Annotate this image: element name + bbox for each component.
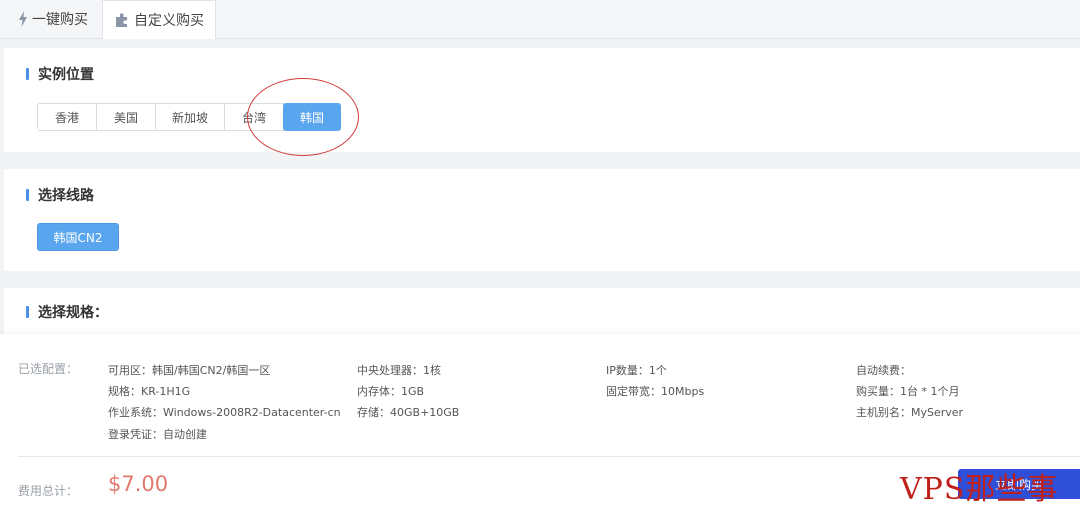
location-panel: 实例位置 香港 美国 新加坡 台湾 韩国 — [4, 48, 1080, 152]
location-option-korea[interactable]: 韩国 — [283, 103, 341, 131]
location-section-title: 实例位置 — [26, 64, 94, 84]
config-os: 作业系统：Windows-2008R2-Datacenter-cn — [108, 406, 341, 419]
section-title-text: 实例位置 — [38, 67, 94, 83]
location-option-hongkong[interactable]: 香港 — [37, 103, 97, 131]
config-ip-count: IP数量：1个 — [606, 364, 667, 377]
location-option-singapore[interactable]: 新加坡 — [155, 103, 225, 131]
config-spec: 规格：KR-1H1G — [108, 385, 191, 398]
spec-section-title: 选择规格： — [26, 302, 108, 322]
tab-custom-buy[interactable]: 自定义购买 — [102, 0, 216, 39]
selected-config-label: 已选配置： — [18, 362, 79, 376]
config-cpu: 中央处理器：1核 — [357, 364, 441, 377]
location-selector: 香港 美国 新加坡 台湾 韩国 — [37, 103, 341, 131]
total-fee-value: $7.00 — [108, 472, 169, 496]
tab-one-click-buy[interactable]: 一键购买 — [18, 0, 88, 38]
config-memory: 内存体：1GB — [357, 385, 425, 398]
config-auto-renew: 自动续费： — [856, 364, 911, 377]
section-title-text: 选择线路 — [38, 188, 94, 204]
section-marker — [26, 68, 29, 80]
config-host-alias: 主机别名：MyServer — [856, 406, 964, 419]
section-marker — [26, 189, 29, 201]
tab-label: 自定义购买 — [134, 13, 204, 29]
order-summary: 已选配置： 可用区：韩国/韩国CN2/韩国一区 规格：KR-1H1G 作业系统：… — [0, 334, 1080, 515]
config-bandwidth: 固定带宽：10Mbps — [606, 385, 705, 398]
config-quantity: 购买量：1台 * 1个月 — [856, 385, 960, 398]
summary-divider — [18, 456, 1080, 457]
tab-label: 一键购买 — [32, 12, 88, 28]
config-credential: 登录凭证：自动创建 — [108, 428, 207, 441]
line-panel: 选择线路 韩国CN2 — [4, 169, 1080, 271]
puzzle-piece-icon — [116, 13, 127, 27]
location-option-taiwan[interactable]: 台湾 — [224, 103, 284, 131]
total-fee-label: 费用总计： — [18, 484, 79, 498]
config-zone: 可用区：韩国/韩国CN2/韩国一区 — [108, 364, 271, 377]
section-marker — [26, 306, 29, 318]
lightning-bolt-icon — [19, 11, 27, 27]
line-option-korea-cn2[interactable]: 韩国CN2 — [37, 223, 119, 251]
config-storage: 存储：40GB+10GB — [357, 406, 460, 419]
location-option-usa[interactable]: 美国 — [96, 103, 156, 131]
section-title-text: 选择规格： — [38, 305, 108, 321]
spec-panel: 选择规格： — [4, 288, 1080, 334]
line-section-title: 选择线路 — [26, 185, 94, 205]
watermark-logo: VPS那些事 — [900, 472, 1059, 507]
purchase-tabs: 一键购买 自定义购买 — [0, 0, 1080, 39]
